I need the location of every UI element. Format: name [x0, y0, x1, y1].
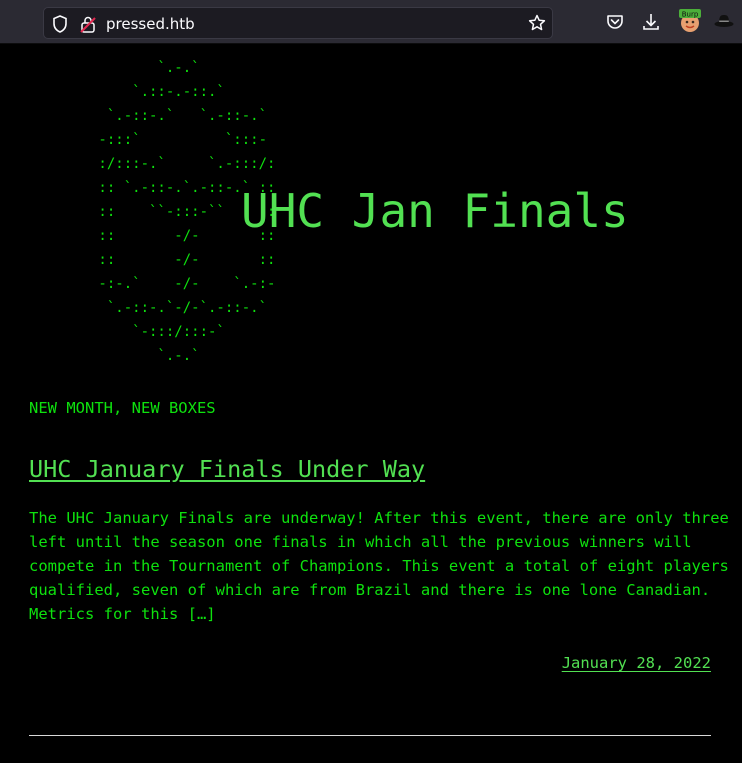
pocket-icon[interactable]	[606, 13, 624, 31]
hat-extension-icon[interactable]	[714, 14, 734, 28]
burp-extension-icon[interactable]: Burp	[678, 9, 702, 33]
post-date: January 28, 2022	[562, 652, 711, 674]
url-text[interactable]: pressed.htb	[106, 15, 195, 33]
section-divider	[29, 735, 711, 736]
lock-insecure-icon[interactable]	[80, 15, 96, 33]
post-excerpt: The UHC January Finals are underway! Aft…	[29, 509, 729, 623]
post-title-link[interactable]: UHC January Finals Under Way	[29, 455, 425, 483]
download-icon[interactable]	[642, 13, 660, 31]
bookmark-star-icon[interactable]	[528, 14, 546, 32]
site-tagline: NEW MONTH, NEW BOXES	[29, 399, 216, 417]
post-date-link[interactable]: January 28, 2022	[562, 654, 711, 672]
shield-icon[interactable]	[52, 15, 68, 33]
burp-badge-text: Burp	[682, 11, 699, 19]
post-title: UHC January Finals Under Way	[29, 453, 425, 485]
site-title: UHC Jan Finals	[241, 184, 629, 238]
url-bar[interactable]: pressed.htb	[43, 7, 553, 39]
browser-toolbar: pressed.htb Burp	[0, 0, 742, 44]
